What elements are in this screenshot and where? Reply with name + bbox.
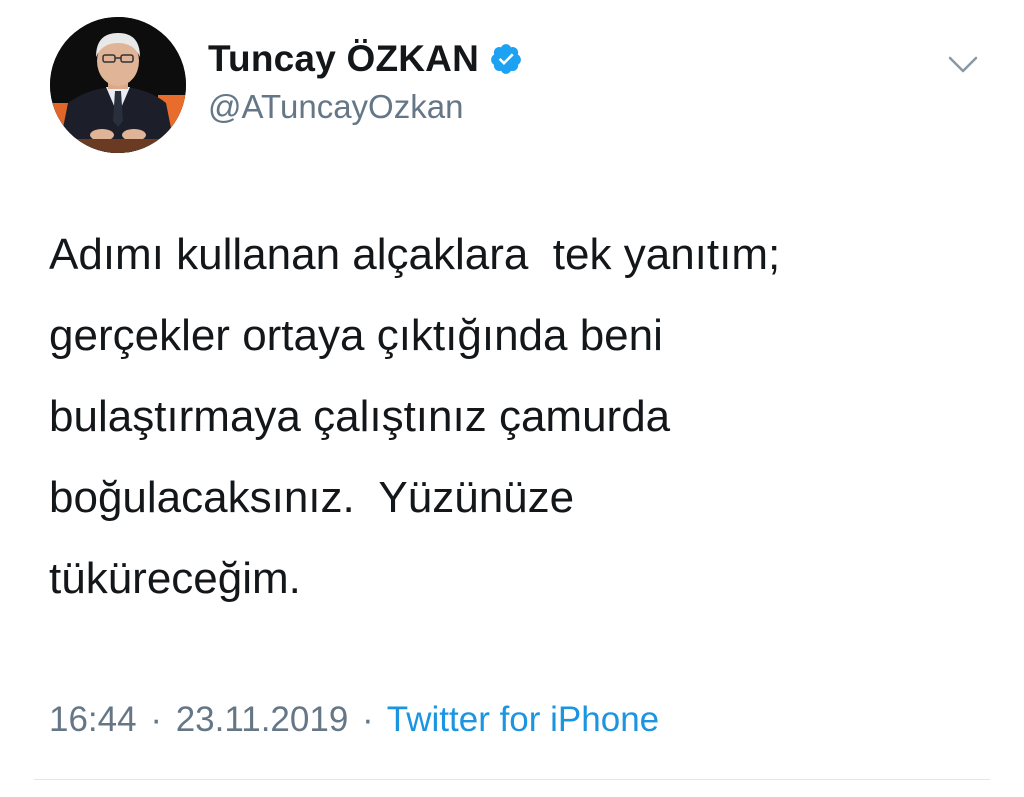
tweet-source-link[interactable]: Twitter for iPhone — [387, 700, 659, 739]
avatar-photo — [50, 17, 186, 153]
meta-separator: · — [150, 700, 162, 739]
author-display-name[interactable]: Tuncay ÖZKAN — [208, 38, 479, 80]
chevron-down-icon[interactable] — [946, 50, 980, 78]
author-handle[interactable]: @ATuncayOzkan — [208, 88, 463, 126]
author-name-row[interactable]: Tuncay ÖZKAN — [208, 38, 523, 80]
avatar[interactable] — [50, 17, 186, 153]
tweet-metadata: 16:44 · 23.11.2019 · Twitter for iPhone — [49, 700, 659, 740]
tweet-text: Adımı kullanan alçaklara tek yanıtım; ge… — [49, 230, 781, 603]
tweet-time: 16:44 — [49, 700, 137, 739]
meta-separator: · — [362, 700, 374, 739]
tweet-date: 23.11.2019 — [175, 700, 349, 739]
verified-badge-icon — [489, 42, 523, 76]
divider — [34, 779, 990, 780]
